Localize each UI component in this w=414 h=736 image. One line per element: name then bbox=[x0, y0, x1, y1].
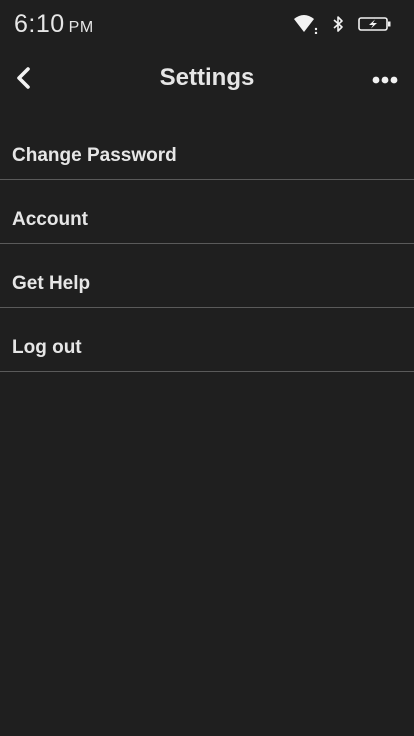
status-icons bbox=[292, 12, 392, 36]
settings-item-label: Account bbox=[12, 208, 88, 230]
more-dots-icon bbox=[372, 71, 398, 89]
settings-item-log-out[interactable]: Log out bbox=[0, 308, 414, 372]
settings-item-label: Change Password bbox=[12, 144, 177, 166]
settings-item-label: Log out bbox=[12, 336, 82, 358]
status-time-ampm: PM bbox=[68, 19, 94, 36]
status-time: 6:10 PM bbox=[14, 10, 94, 39]
settings-list: Change Password Account Get Help Log out bbox=[0, 116, 414, 372]
settings-item-account[interactable]: Account bbox=[0, 180, 414, 244]
settings-item-get-help[interactable]: Get Help bbox=[0, 244, 414, 308]
wifi-icon bbox=[292, 14, 318, 34]
status-bar: 6:10 PM bbox=[0, 0, 414, 50]
page-title: Settings bbox=[159, 64, 255, 91]
status-time-value: 6:10 bbox=[14, 10, 65, 38]
battery-charging-icon bbox=[358, 16, 392, 32]
nav-bar: Settings bbox=[0, 52, 414, 108]
settings-item-change-password[interactable]: Change Password bbox=[0, 116, 414, 180]
bluetooth-icon bbox=[332, 15, 344, 33]
settings-item-label: Get Help bbox=[12, 272, 91, 294]
more-button[interactable] bbox=[370, 68, 400, 92]
